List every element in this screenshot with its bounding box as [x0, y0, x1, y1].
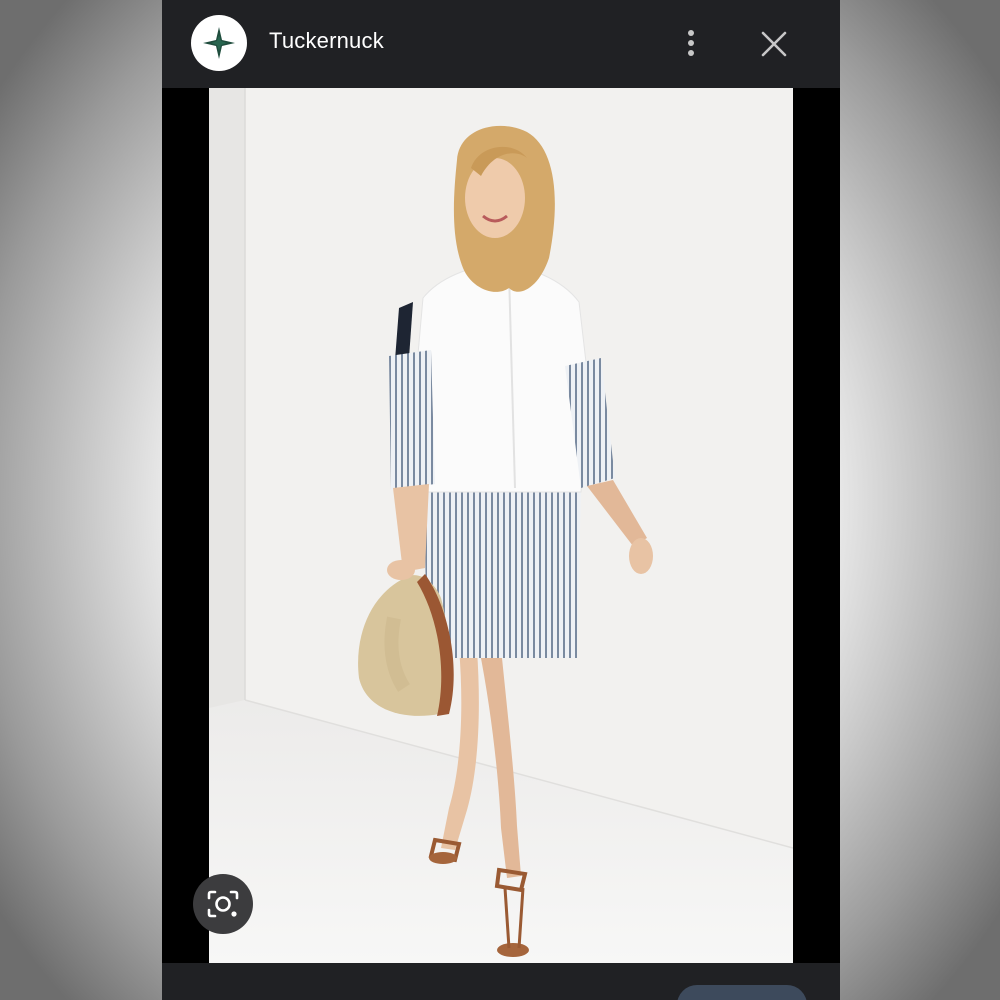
- bottom-bar: [162, 963, 840, 1000]
- site-name[interactable]: Tuckernuck: [269, 28, 384, 54]
- lens-search-button[interactable]: [193, 874, 253, 934]
- tuckernuck-logo-icon[interactable]: [191, 15, 247, 71]
- top-toolbar: Tuckernuck: [162, 0, 840, 88]
- photo-illustration: [209, 88, 793, 963]
- action-pill-button[interactable]: [677, 985, 807, 1000]
- viewer-window: Tuckernuck: [162, 0, 840, 1000]
- product-photo[interactable]: [209, 88, 793, 963]
- close-icon[interactable]: [758, 28, 790, 60]
- more-vert-icon[interactable]: [676, 26, 706, 60]
- lens-search-icon: [207, 890, 239, 918]
